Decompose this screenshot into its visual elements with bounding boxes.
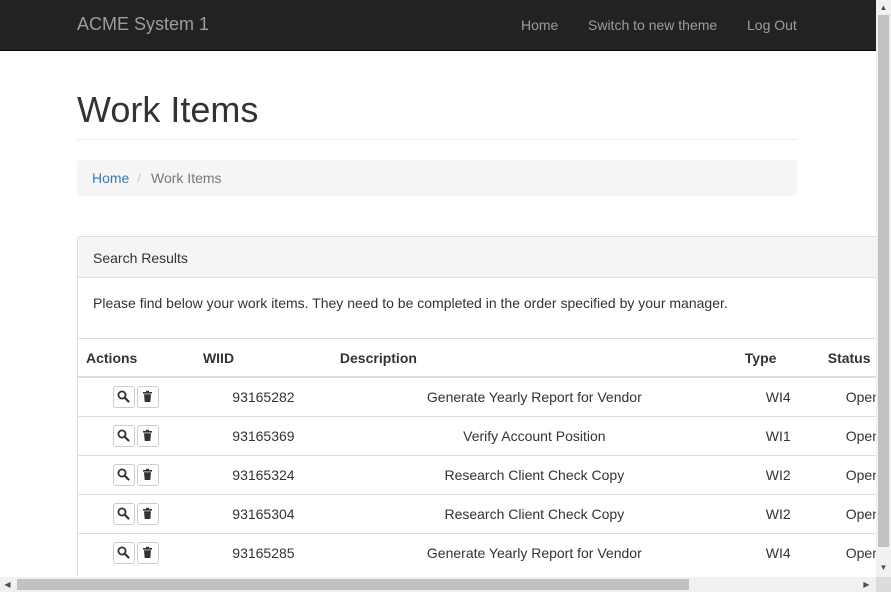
row-actions	[78, 416, 195, 456]
cell-type: WI1	[736, 416, 820, 456]
view-button[interactable]	[113, 425, 136, 447]
row-actions	[78, 494, 195, 534]
view-button[interactable]	[113, 503, 136, 525]
cell-type: WI4	[736, 533, 820, 572]
cell-type: WI4	[736, 376, 820, 417]
header-actions: Actions	[78, 338, 195, 378]
cell-wiid: 93165369	[194, 416, 332, 456]
cell-wiid: 93165282	[194, 376, 332, 417]
title-divider	[77, 139, 797, 140]
cell-status: Open	[819, 376, 876, 417]
nav-logout-link[interactable]: Log Out	[747, 17, 797, 33]
horizontal-scroll-thumb[interactable]	[17, 579, 689, 590]
cell-status: Open	[819, 494, 876, 534]
panel-description: Please find below your work items. They …	[93, 295, 728, 311]
cell-description: Research Client Check Copy	[331, 455, 737, 495]
cell-wiid: 93165304	[194, 494, 332, 534]
view-button[interactable]	[113, 542, 136, 564]
view-button[interactable]	[113, 464, 136, 486]
nav-switch-theme-link[interactable]: Switch to new theme	[588, 17, 717, 33]
cell-description: Generate Yearly Report for Vendor	[331, 533, 737, 572]
breadcrumb: Home / Work Items	[77, 160, 797, 196]
scroll-right-icon[interactable]: ▶	[859, 577, 874, 592]
page-title: Work Items	[77, 89, 259, 130]
work-items-table: Actions WIID Description Type Status 931…	[78, 338, 876, 572]
cell-description: Verify Account Position	[331, 416, 737, 456]
horizontal-scrollbar[interactable]: ◀ ▶	[0, 577, 876, 592]
cell-status: Open	[819, 416, 876, 456]
vertical-scroll-thumb[interactable]	[878, 15, 889, 547]
brand-link[interactable]: ACME System 1	[77, 14, 209, 35]
row-actions	[78, 533, 195, 572]
scrollbar-corner	[876, 577, 891, 592]
vertical-scrollbar[interactable]: ▲ ▼	[876, 0, 891, 577]
view-button[interactable]	[113, 386, 136, 408]
delete-button[interactable]	[137, 425, 160, 447]
row-actions	[78, 455, 195, 495]
cell-wiid: 93165324	[194, 455, 332, 495]
cell-type: WI2	[736, 455, 820, 495]
table-row: 93165304 Research Client Check Copy WI2 Ope…	[78, 494, 876, 534]
cell-type: WI2	[736, 494, 820, 534]
table-row: 93165369Verify Account PositionWI1Open	[78, 416, 876, 456]
table-row: 93165285 Generate Yearly Report for Vendo…	[78, 533, 876, 572]
scroll-left-icon[interactable]: ◀	[0, 577, 15, 592]
cell-description: Research Client Check Copy	[331, 494, 737, 534]
table-row: 93165324 Research Client Check Copy WI2 Ope…	[78, 455, 876, 495]
header-description: Description	[331, 338, 737, 378]
panel-heading: Search Results	[78, 237, 876, 278]
panel-title: Search Results	[93, 250, 188, 266]
scroll-down-icon[interactable]: ▼	[876, 560, 891, 575]
nav-home-link[interactable]: Home	[521, 17, 558, 33]
delete-button[interactable]	[137, 386, 160, 408]
header-status: Status	[819, 338, 876, 378]
delete-button[interactable]	[137, 503, 160, 525]
cell-status: Open	[819, 533, 876, 572]
search-results-panel: Search Results Please find below your wo…	[77, 236, 876, 576]
row-actions	[78, 376, 195, 417]
cell-description: Generate Yearly Report for Vendor	[331, 376, 737, 417]
breadcrumb-home-link[interactable]: Home	[92, 170, 129, 186]
table-header-row: Actions WIID Description Type Status	[78, 338, 876, 378]
breadcrumb-current: Work Items	[151, 170, 222, 186]
header-type: Type	[736, 338, 820, 378]
delete-button[interactable]	[137, 464, 160, 486]
cell-status: Open	[819, 455, 876, 495]
header-wiid: WIID	[194, 338, 332, 378]
main-content: Work Items Home / Work Items Search Resu…	[0, 51, 876, 576]
breadcrumb-separator: /	[137, 170, 141, 186]
cell-wiid: 93165285	[194, 533, 332, 572]
scroll-up-icon[interactable]: ▲	[876, 0, 891, 15]
navbar: ACME System 1 Home Switch to new theme L…	[0, 0, 876, 51]
delete-button[interactable]	[137, 542, 160, 564]
table-row: 93165282 Generate Yearly Report for Vendo…	[78, 376, 876, 417]
